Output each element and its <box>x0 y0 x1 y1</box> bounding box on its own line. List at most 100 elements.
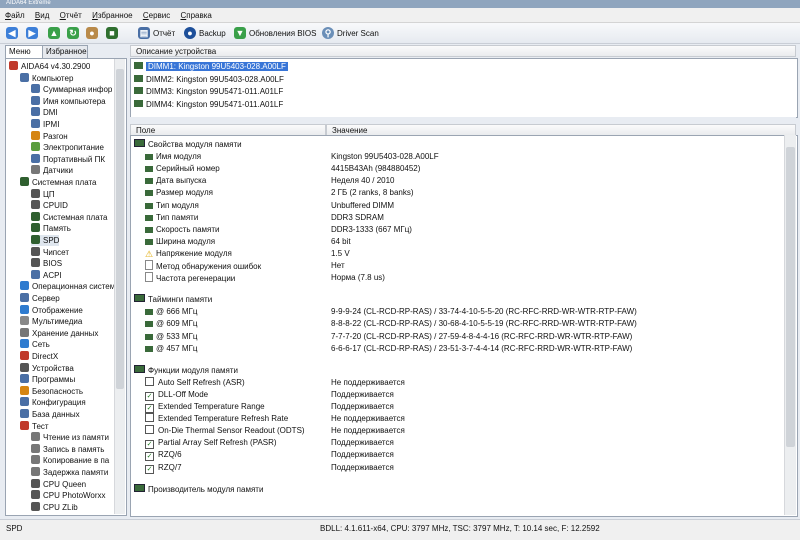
tree-item[interactable]: Операционная систем <box>20 281 115 292</box>
tree-item[interactable]: Имя компьютера <box>31 95 106 107</box>
tree-item[interactable]: CPU ZLib <box>31 501 78 513</box>
device-item[interactable]: DIMM1: Kingston 99U5403-028.A00LF <box>134 61 288 72</box>
tree-item[interactable]: AIDA64 v4.30.2900 <box>9 61 90 72</box>
tab-menu[interactable]: Меню <box>5 45 43 58</box>
back-button[interactable]: ◀ <box>6 26 21 40</box>
property-row[interactable]: Размер модуля <box>145 187 213 199</box>
tree-item[interactable]: Мультимедиа <box>20 316 82 327</box>
tree-item[interactable]: Сервер <box>20 293 60 304</box>
report-button[interactable]: ▤ Отчёт <box>138 26 175 40</box>
menu-help[interactable]: Справка <box>175 8 214 22</box>
property-row[interactable]: ⚠ Напряжение модуля <box>145 248 232 260</box>
tree-item[interactable]: Чипсет <box>31 246 69 258</box>
up-button[interactable]: ▲ <box>48 26 63 40</box>
property-row[interactable]: ✓ Extended Temperature Range <box>145 401 265 413</box>
tree-item[interactable]: Датчики <box>31 165 73 176</box>
tab-favorites[interactable]: Избранное <box>42 45 88 58</box>
tree-item[interactable]: Чтение из памяти <box>31 432 109 443</box>
group-header[interactable]: Тайминги памяти <box>134 294 212 306</box>
property-row[interactable]: @ 609 МГц <box>145 318 198 330</box>
tree-item[interactable]: CPU PhotoWorxx <box>31 490 106 501</box>
tree-item[interactable]: Суммарная инфор <box>31 84 112 95</box>
properties-scroll-thumb[interactable] <box>786 147 795 447</box>
tree-item[interactable]: DirectX <box>20 351 58 362</box>
tree-item[interactable]: Портативный ПК <box>31 153 105 165</box>
tree-item[interactable]: Устройства <box>20 362 74 374</box>
driver-scan-button[interactable]: ⚲ Driver Scan <box>322 26 379 40</box>
menu-service[interactable]: Сервис <box>138 8 173 22</box>
tree-item[interactable]: Задержка памяти <box>31 467 108 478</box>
bios-update-button[interactable]: ▼ Обновления BIOS <box>234 26 316 40</box>
tree-item[interactable]: CPUID <box>31 200 68 211</box>
property-row[interactable]: ✓ RZQ/7 <box>145 462 182 474</box>
property-row[interactable]: ✓ RZQ/6 <box>145 449 182 462</box>
tree-item[interactable]: Системная плата <box>31 211 108 223</box>
menu-file[interactable]: Файл <box>0 8 28 22</box>
tree-item[interactable]: Память <box>31 223 71 234</box>
chart-button[interactable]: ■ <box>106 26 121 40</box>
tree-item[interactable]: Запись в память <box>31 443 104 455</box>
property-row[interactable]: Тип модуля <box>145 200 199 212</box>
field-label: @ 666 МГц <box>156 307 198 317</box>
property-row[interactable]: @ 457 МГц <box>145 343 198 355</box>
property-row[interactable]: Имя модуля <box>145 151 201 163</box>
tree-item[interactable]: Отображение <box>20 304 83 316</box>
tree-item[interactable]: IPMI <box>31 119 59 130</box>
property-row[interactable]: Серийный номер <box>145 163 220 175</box>
tree-scrollbar[interactable] <box>114 59 125 514</box>
tree-item[interactable]: База данных <box>20 409 80 420</box>
menu-report[interactable]: Отчёт <box>55 8 85 22</box>
property-row[interactable]: @ 666 МГц <box>145 306 198 318</box>
property-row[interactable]: Метод обнаружения ошибок <box>145 260 261 272</box>
device-item[interactable]: DIMM2: Kingston 99U5403-028.A00LF <box>134 74 284 85</box>
tree-item[interactable]: Программы <box>20 374 75 385</box>
refresh-button[interactable]: ↻ <box>67 26 82 40</box>
group-header[interactable]: Функции модуля памяти <box>134 364 238 377</box>
backup-button[interactable]: ● Backup <box>184 26 226 40</box>
tree-item[interactable]: Разгон <box>31 130 68 142</box>
tree-item[interactable]: BIOS <box>31 258 62 269</box>
menu-view[interactable]: Вид <box>30 8 52 22</box>
property-row[interactable]: ✓ DLL-Off Mode <box>145 389 208 401</box>
memory-chip-icon <box>145 214 153 221</box>
toolbar: ◀ ▶ ▲ ↻ ● ■ ▤ Отчёт ● Backup ▼ Обновления B… <box>0 23 800 44</box>
forward-button[interactable]: ▶ <box>26 26 41 40</box>
menu-favorites[interactable]: Избранное <box>87 8 136 22</box>
splitter[interactable] <box>130 117 796 123</box>
unchecked-box-icon <box>145 376 154 386</box>
group-header[interactable]: Производитель модуля памяти <box>134 483 263 496</box>
properties-scrollbar[interactable] <box>784 135 796 515</box>
property-row[interactable]: On-Die Thermal Sensor Readout (ODTS) <box>145 425 305 437</box>
property-row[interactable]: Дата выпуска <box>145 175 206 187</box>
tree-item[interactable]: Конфигурация <box>20 397 86 408</box>
property-row[interactable]: Тип памяти <box>145 212 198 224</box>
property-row[interactable]: @ 533 МГц <box>145 331 198 343</box>
tree-item[interactable]: Тест <box>20 420 49 432</box>
tree-item[interactable]: Компьютер <box>20 72 73 84</box>
tree-item[interactable]: CPU Queen <box>31 478 86 490</box>
device-item[interactable]: DIMM3: Kingston 99U5471-011.A01LF <box>134 86 283 97</box>
tree-item[interactable]: Сеть <box>20 339 50 350</box>
unchecked-box-icon <box>145 413 154 423</box>
tree-item[interactable]: SPD <box>31 235 60 246</box>
tree-item[interactable]: Электропитание <box>31 142 104 153</box>
tree-item[interactable]: Хранение данных <box>20 327 98 339</box>
device-item[interactable]: DIMM4: Kingston 99U5471-011.A01LF <box>134 99 283 110</box>
property-row[interactable]: Частота регенерации <box>145 272 235 284</box>
property-row[interactable]: ✓ Partial Array Self Refresh (PASR) <box>145 437 277 450</box>
title-bar: AIDA64 Extreme <box>0 0 800 8</box>
tree-item[interactable]: Системная плата <box>20 177 97 188</box>
tree-item[interactable]: ACPI <box>31 269 62 281</box>
property-row[interactable]: Ширина модуля <box>145 236 215 248</box>
tree-item[interactable]: ЦП <box>31 188 55 200</box>
tree-item-label: Операционная систем <box>32 282 116 292</box>
tree-item[interactable]: DMI <box>31 107 58 118</box>
group-header[interactable]: Свойства модуля памяти <box>134 139 242 151</box>
tree-item[interactable]: Копирование в па <box>31 455 109 466</box>
tree-scroll-thumb[interactable] <box>116 69 124 389</box>
property-row[interactable]: Скорость памяти <box>145 224 220 236</box>
user-button[interactable]: ● <box>86 26 101 40</box>
property-row[interactable]: Auto Self Refresh (ASR) <box>145 376 245 389</box>
tree-item[interactable]: Безопасность <box>20 385 83 397</box>
property-row[interactable]: Extended Temperature Refresh Rate <box>145 413 288 425</box>
